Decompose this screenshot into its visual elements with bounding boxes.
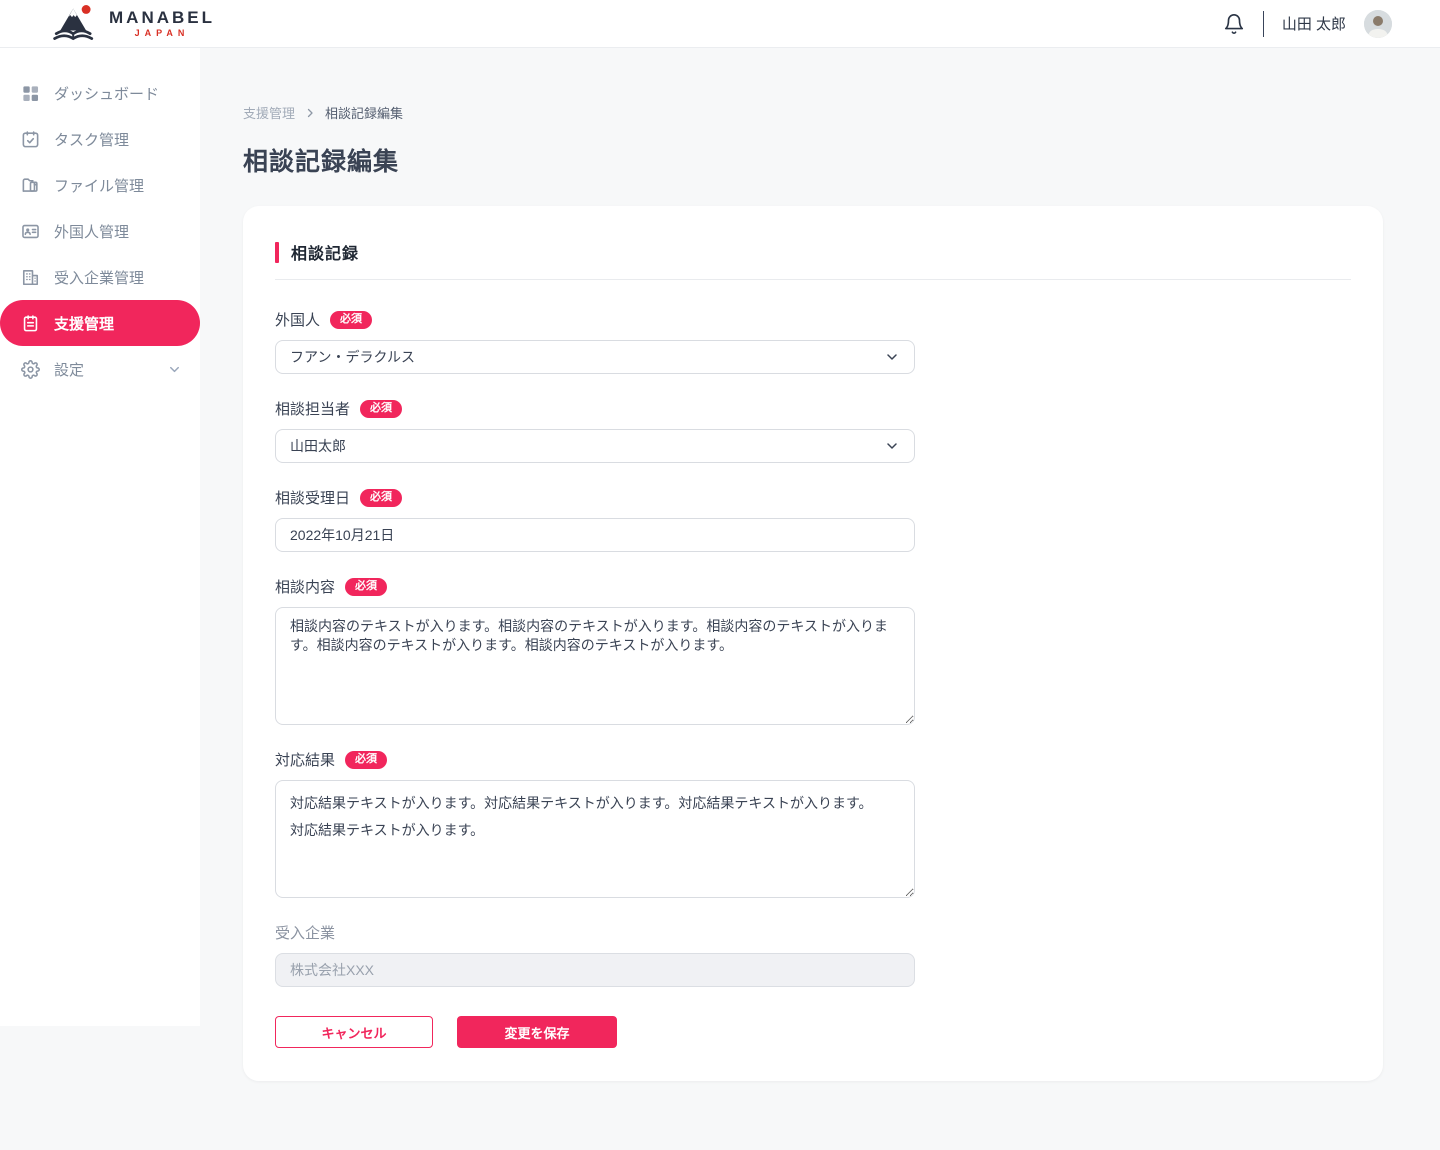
section-title: 相談記録 [291, 240, 359, 264]
header-right: 山田 太郎 [1223, 10, 1392, 38]
dashboard-icon [20, 83, 41, 104]
field-foreigner: 外国人 必須 フアン・デラクルス [275, 309, 915, 374]
folder-icon [20, 175, 41, 196]
chevron-down-icon [884, 349, 900, 365]
sidebar-item-label: ファイル管理 [54, 175, 144, 196]
field-staff: 相談担当者 必須 山田太郎 [275, 398, 915, 463]
field-company: 受入企業 [275, 922, 915, 987]
sidebar-item-tasks[interactable]: タスク管理 [0, 116, 200, 162]
staff-select-value: 山田太郎 [290, 436, 346, 456]
fuji-book-logo-icon [48, 3, 100, 45]
required-badge: 必須 [345, 751, 387, 769]
consultation-form: 外国人 必須 フアン・デラクルス 相談担当者 必須 [275, 309, 915, 1048]
user-avatar[interactable] [1364, 10, 1392, 38]
gear-icon [20, 359, 41, 380]
building-icon [20, 267, 41, 288]
field-label: 相談担当者 [275, 398, 350, 419]
sidebar-item-companies[interactable]: 受入企業管理 [0, 254, 200, 300]
task-calendar-icon [20, 129, 41, 150]
breadcrumb-parent-link[interactable]: 支援管理 [243, 103, 295, 122]
sidebar-item-dashboard[interactable]: ダッシュボード [0, 70, 200, 116]
field-label: 相談内容 [275, 576, 335, 597]
required-badge: 必須 [360, 400, 402, 418]
section-accent-bar [275, 242, 279, 263]
content-textarea[interactable]: 相談内容のテキストが入ります。相談内容のテキストが入ります。相談内容のテキストが… [275, 607, 915, 725]
field-label: 対応結果 [275, 749, 335, 770]
id-card-icon [20, 221, 41, 242]
sidebar-item-support[interactable]: 支援管理 [0, 300, 200, 346]
chevron-down-icon [167, 362, 182, 377]
sidebar: ダッシュボード タスク管理 ファイル管理 [0, 48, 200, 1026]
foreigner-select[interactable]: フアン・デラクルス [275, 340, 915, 374]
result-textarea[interactable]: 対応結果テキストが入ります。対応結果テキストが入ります。対応結果テキストが入りま… [275, 780, 915, 898]
company-input [275, 953, 915, 987]
field-result: 対応結果 必須 対応結果テキストが入ります。対応結果テキストが入ります。対応結果… [275, 749, 915, 898]
notification-bell-icon[interactable] [1223, 13, 1245, 35]
brand-subtitle: JAPAN [135, 29, 190, 38]
staff-select[interactable]: 山田太郎 [275, 429, 915, 463]
user-name: 山田 太郎 [1282, 13, 1346, 34]
sidebar-item-settings[interactable]: 設定 [0, 346, 200, 392]
sidebar-item-files[interactable]: ファイル管理 [0, 162, 200, 208]
required-badge: 必須 [345, 578, 387, 596]
save-button[interactable]: 変更を保存 [457, 1016, 617, 1048]
date-input[interactable] [275, 518, 915, 552]
main-content: 支援管理 相談記録編集 相談記録編集 相談記録 外国人 必須 [200, 48, 1440, 1081]
section-header: 相談記録 [275, 240, 1351, 264]
sidebar-item-label: 支援管理 [54, 313, 114, 334]
sidebar-item-label: 受入企業管理 [54, 267, 144, 288]
cancel-button[interactable]: キャンセル [275, 1016, 433, 1048]
sidebar-item-label: 設定 [54, 359, 84, 380]
chevron-right-icon [304, 107, 316, 119]
app-header: MANABEL JAPAN 山田 太郎 [0, 0, 1440, 48]
field-label: 外国人 [275, 309, 320, 330]
section-divider [275, 279, 1351, 280]
sidebar-item-label: ダッシュボード [54, 83, 159, 104]
sidebar-item-label: 外国人管理 [54, 221, 129, 242]
required-badge: 必須 [330, 311, 372, 329]
header-divider [1263, 11, 1264, 37]
field-label: 受入企業 [275, 922, 335, 943]
field-label: 相談受理日 [275, 487, 350, 508]
sidebar-item-foreigners[interactable]: 外国人管理 [0, 208, 200, 254]
breadcrumb-current: 相談記録編集 [325, 103, 403, 122]
required-badge: 必須 [360, 489, 402, 507]
page-title: 相談記録編集 [243, 142, 1383, 178]
foreigner-select-value: フアン・デラクルス [290, 347, 415, 367]
brand-logo: MANABEL JAPAN [48, 3, 215, 45]
clipboard-icon [20, 313, 41, 334]
sidebar-item-label: タスク管理 [54, 129, 129, 150]
brand-name: MANABEL [109, 9, 215, 26]
field-date: 相談受理日 必須 [275, 487, 915, 552]
form-card: 相談記録 外国人 必須 フアン・デラクルス [243, 206, 1383, 1081]
breadcrumb: 支援管理 相談記録編集 [243, 103, 1383, 122]
form-actions: キャンセル 変更を保存 [275, 1016, 915, 1048]
chevron-down-icon [884, 438, 900, 454]
field-content: 相談内容 必須 相談内容のテキストが入ります。相談内容のテキストが入ります。相談… [275, 576, 915, 725]
brand-text: MANABEL JAPAN [109, 9, 215, 38]
